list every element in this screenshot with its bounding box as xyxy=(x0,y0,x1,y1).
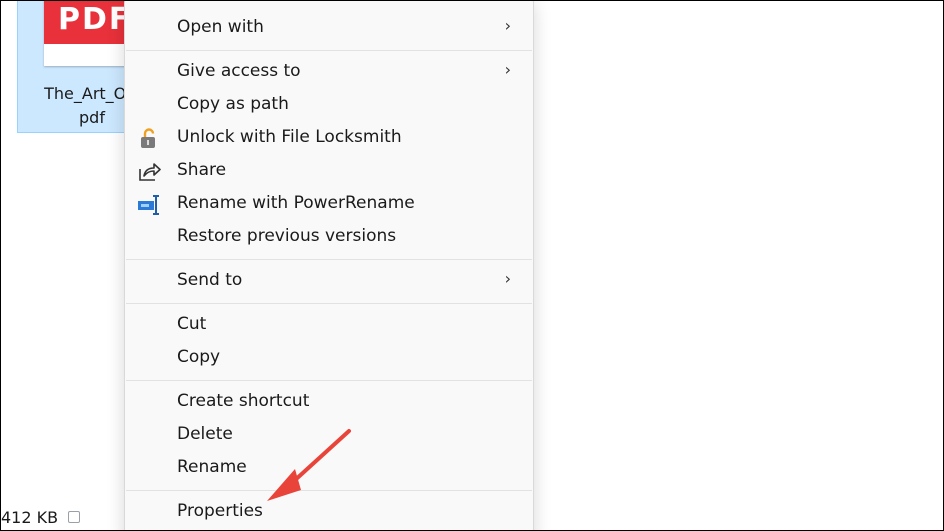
chevron-right-icon: › xyxy=(504,269,511,288)
share-icon xyxy=(137,160,161,184)
menu-item-create-shortcut[interactable]: Create shortcut xyxy=(129,387,527,419)
chevron-right-icon: › xyxy=(504,16,511,35)
menu-item-open-with[interactable]: Open with › xyxy=(129,13,527,45)
menu-separator xyxy=(126,259,532,260)
menu-separator xyxy=(126,490,532,491)
view-toggle-icon[interactable] xyxy=(68,511,80,523)
desktop-window: PDF The_Art_Of_ pdf 412 KB Open with › G… xyxy=(0,0,944,531)
context-menu: Open with › Give access to › Copy as pat… xyxy=(124,1,534,530)
pdf-icon-text: PDF xyxy=(58,2,132,37)
menu-item-restore-versions[interactable]: Restore previous versions xyxy=(129,222,527,254)
menu-item-give-access[interactable]: Give access to › xyxy=(129,57,527,89)
menu-item-delete[interactable]: Delete xyxy=(129,420,527,452)
menu-item-copy-as-path[interactable]: Copy as path xyxy=(129,90,527,122)
powerrename-icon xyxy=(137,193,161,217)
menu-separator xyxy=(126,380,532,381)
menu-item-properties[interactable]: Properties xyxy=(129,497,527,529)
menu-item-unlock-locksmith[interactable]: Unlock with File Locksmith xyxy=(129,123,527,155)
chevron-right-icon: › xyxy=(504,60,511,79)
menu-item-powerrename[interactable]: Rename with PowerRename xyxy=(129,189,527,221)
menu-separator xyxy=(126,303,532,304)
menu-item-rename[interactable]: Rename xyxy=(129,453,527,485)
menu-item-share[interactable]: Share xyxy=(129,156,527,188)
padlock-icon xyxy=(137,127,161,151)
status-file-size: 412 KB xyxy=(1,508,59,527)
menu-item-copy[interactable]: Copy xyxy=(129,343,527,375)
menu-item-send-to[interactable]: Send to › xyxy=(129,266,527,298)
menu-separator xyxy=(126,50,532,51)
menu-item-cut[interactable]: Cut xyxy=(129,310,527,342)
